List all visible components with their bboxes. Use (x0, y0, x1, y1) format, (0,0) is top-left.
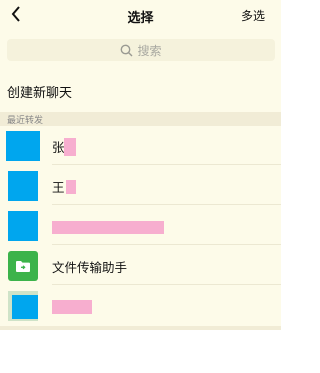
redaction-mark (64, 138, 76, 156)
folder-icon (8, 251, 38, 281)
avatar (8, 291, 38, 321)
multi-select-button[interactable]: 多选 (241, 7, 265, 24)
divider (52, 204, 281, 205)
section-header: 最近转发 (0, 112, 281, 126)
search-icon (120, 44, 133, 57)
avatar (8, 211, 38, 241)
contact-item[interactable]: 王 (0, 167, 281, 205)
contact-name: 文件传输助手 (52, 260, 128, 275)
contact-item[interactable] (0, 207, 281, 245)
forward-select-screen: 选择 多选 搜索 创建新聊天 最近转发 张 王 文件传输助手 (0, 0, 281, 330)
contact-item-file-transfer[interactable]: 文件传输助手 (0, 247, 281, 285)
redaction-mark (66, 180, 76, 194)
search-placeholder: 搜索 (137, 43, 162, 58)
contact-item[interactable]: 张 (0, 127, 281, 165)
search-area: 搜索 (0, 32, 281, 70)
divider (52, 164, 281, 165)
back-button[interactable] (6, 6, 26, 26)
chevron-left-icon (11, 6, 21, 26)
navigation-bar: 选择 多选 (0, 0, 281, 32)
avatar-fill (12, 295, 38, 319)
contact-name: 王 (52, 180, 65, 195)
redaction-mark (52, 300, 92, 314)
section-footer (0, 326, 281, 330)
avatar (6, 131, 40, 161)
create-new-chat-label: 创建新聊天 (7, 86, 73, 101)
create-new-chat-item[interactable]: 创建新聊天 (0, 72, 281, 110)
redaction-mark (52, 221, 164, 234)
avatar (8, 171, 38, 201)
section-title: 最近转发 (7, 116, 44, 126)
contact-item[interactable] (0, 287, 281, 325)
divider (52, 284, 281, 285)
contact-name: 张 (52, 140, 65, 155)
page-title: 选择 (127, 11, 154, 26)
search-input[interactable]: 搜索 (7, 39, 275, 61)
divider (52, 244, 281, 245)
